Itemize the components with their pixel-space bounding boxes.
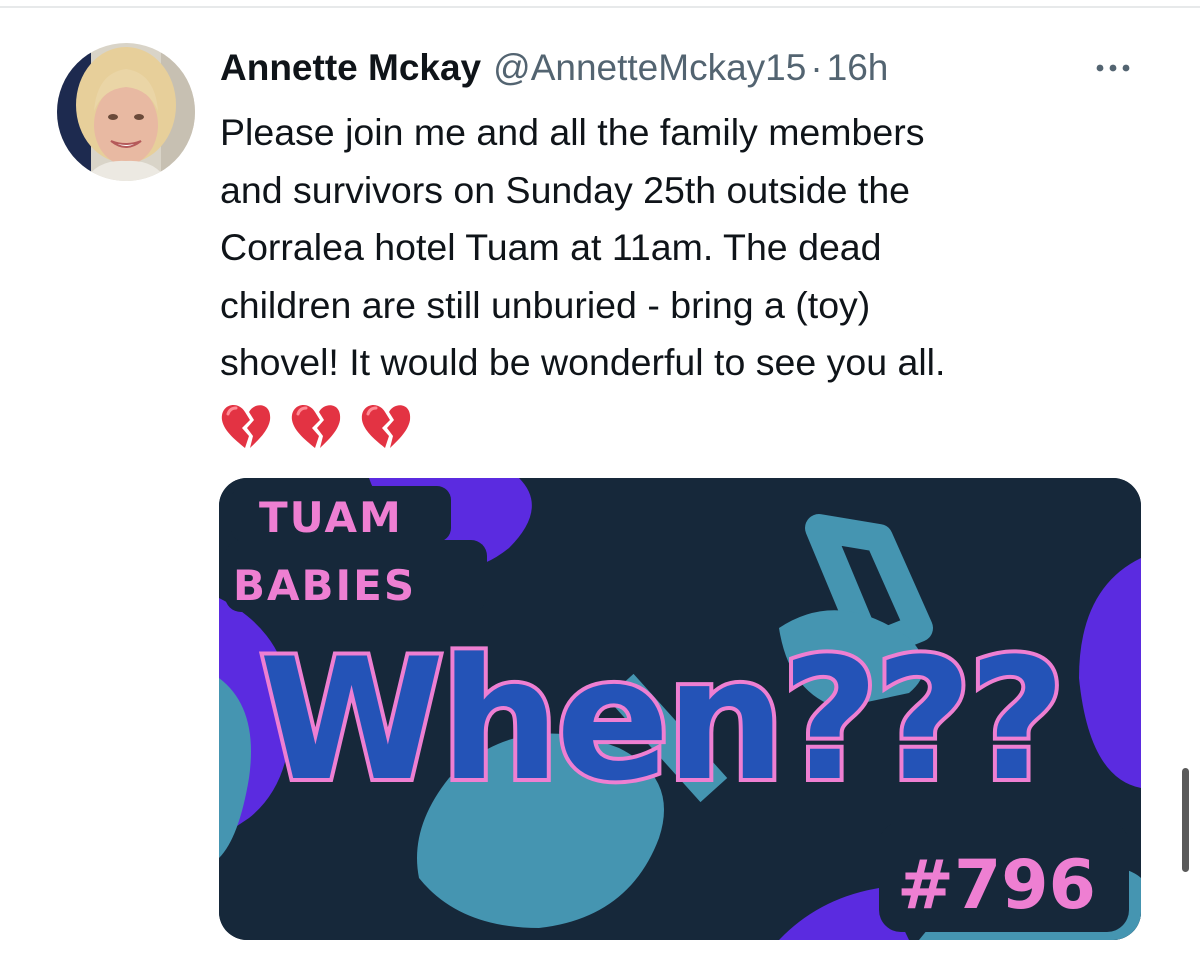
tweet-text: Please join me and all the family member… [220, 104, 1150, 392]
tweet-text-line: shovel! It would be wonderful to see you… [220, 341, 946, 384]
media-graphic: TUAM BABIES When??? #796 [219, 478, 1141, 940]
headline: When??? [259, 622, 1062, 818]
avatar[interactable] [57, 43, 195, 181]
tweet-text-line: Corralea hotel Tuam at 11am. The dead [220, 226, 882, 269]
tweet-text-line: children are still unburied - bring a (t… [220, 283, 871, 326]
tweet-text-line: Please join me and all the family member… [220, 111, 925, 153]
badge-line-1: TUAM [259, 493, 403, 542]
tweet-text-line: and survivors on Sunday 25th outside the [220, 168, 911, 211]
author-name[interactable]: Annette Mckay [220, 40, 481, 96]
tuam-babies-badge: TUAM BABIES [225, 486, 487, 612]
header-separator: · [810, 47, 823, 88]
broken-heart-icon [221, 405, 271, 448]
more-horizontal-icon[interactable] [1083, 50, 1143, 86]
media-image-card[interactable]: TUAM BABIES When??? #796 [219, 478, 1141, 940]
emoji-row [218, 398, 414, 454]
broken-heart-icon [361, 405, 411, 448]
top-divider [0, 6, 1200, 8]
broken-heart-icon [291, 405, 341, 448]
hashtag-text: #796 [897, 846, 1096, 925]
tweet-header: Annette Mckay @AnnetteMckay15 · 16h [220, 40, 888, 96]
author-handle[interactable]: @AnnetteMckay15 [493, 40, 806, 96]
hashtag-box: #796 [879, 822, 1129, 932]
timestamp[interactable]: 16h [827, 40, 889, 96]
scrollbar-thumb[interactable] [1182, 768, 1189, 872]
avatar-photo [57, 43, 195, 181]
badge-line-2: BABIES [233, 561, 416, 610]
